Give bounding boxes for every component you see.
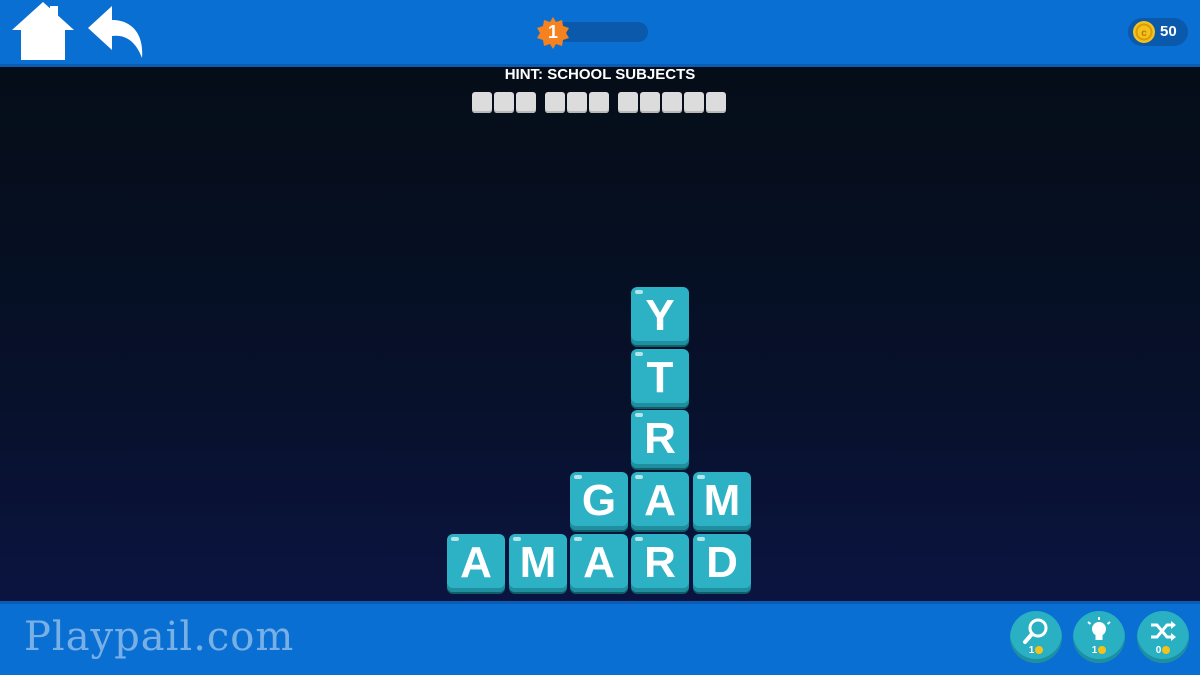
svg-text:c: c (1141, 28, 1147, 39)
tile-shine (635, 290, 643, 294)
answer-slot (472, 92, 492, 113)
letter-tile[interactable]: R (631, 410, 689, 468)
powerup-cost: 1 (1073, 645, 1125, 656)
shuffle-icon (1151, 621, 1176, 641)
undo-arrow-icon (88, 6, 143, 58)
answer-slot (545, 92, 565, 113)
coin-icon (1098, 646, 1107, 654)
shuffle-powerup-button[interactable]: 0 (1137, 611, 1189, 663)
coin-icon (1162, 646, 1171, 654)
answer-slot (662, 92, 682, 113)
lightbulb-icon (1087, 617, 1111, 640)
powerup-cost-value: 1 (1091, 645, 1098, 656)
letter-tile[interactable]: A (631, 472, 689, 530)
tile-shine (635, 413, 643, 417)
answer-slot (618, 92, 638, 113)
tile-letter: A (460, 538, 492, 587)
tile-letter: M (703, 476, 741, 525)
coin-count: 50 (1160, 23, 1177, 40)
level-number: 1 (547, 22, 558, 42)
tile-shine (635, 352, 643, 356)
answer-slot (494, 92, 514, 113)
letter-tile[interactable]: D (693, 534, 751, 592)
level-indicator: 1 (536, 17, 652, 49)
letter-tile[interactable]: G (570, 472, 628, 530)
tile-letter: A (583, 538, 615, 587)
answer-slot (516, 92, 536, 113)
tile-letter: Y (645, 291, 675, 340)
answer-slot (706, 92, 726, 113)
tile-letter: R (644, 414, 676, 463)
answer-slot (684, 92, 704, 113)
tile-shine (697, 537, 705, 541)
answer-slot (589, 92, 609, 113)
answer-slot (640, 92, 660, 113)
watermark: Playpail.com (24, 614, 295, 660)
letter-tile[interactable]: M (693, 472, 751, 530)
tile-letter: A (644, 476, 676, 525)
powerup-cost-value: 1 (1028, 645, 1035, 656)
magnifier-icon (1023, 618, 1048, 644)
tile-letter: M (519, 538, 557, 587)
search-powerup-button[interactable]: 1 (1010, 611, 1062, 663)
hint-powerup-button[interactable]: 1 (1073, 611, 1125, 663)
answer-slot (567, 92, 587, 113)
tile-shine (574, 537, 582, 541)
powerup-cost: 0 (1137, 645, 1189, 656)
tile-letter: R (644, 538, 676, 587)
powerup-cost: 1 (1010, 645, 1062, 656)
hint-label: HINT: SCHOOL SUBJECTS (504, 66, 696, 83)
coin-icon (1035, 646, 1044, 654)
tile-letter: T (646, 353, 674, 402)
powerup-cost-value: 0 (1155, 645, 1162, 656)
letter-tile[interactable]: T (631, 349, 689, 407)
tile-shine (513, 537, 521, 541)
home-button[interactable] (10, 0, 76, 62)
home-icon (12, 2, 74, 60)
coin-icon: c (1133, 21, 1155, 43)
letter-tile[interactable]: A (570, 534, 628, 592)
letter-tile[interactable]: A (447, 534, 505, 592)
coin-counter: c 50 (1128, 18, 1188, 46)
letter-tile[interactable]: R (631, 534, 689, 592)
letter-tile[interactable]: Y (631, 287, 689, 345)
tile-shine (574, 475, 582, 479)
tile-shine (451, 537, 459, 541)
letter-tile[interactable]: M (509, 534, 567, 592)
undo-button[interactable] (86, 4, 146, 60)
tile-shine (635, 475, 643, 479)
tile-letter: D (706, 538, 738, 587)
tile-shine (635, 537, 643, 541)
tile-letter: G (581, 476, 617, 525)
tile-shine (697, 475, 705, 479)
